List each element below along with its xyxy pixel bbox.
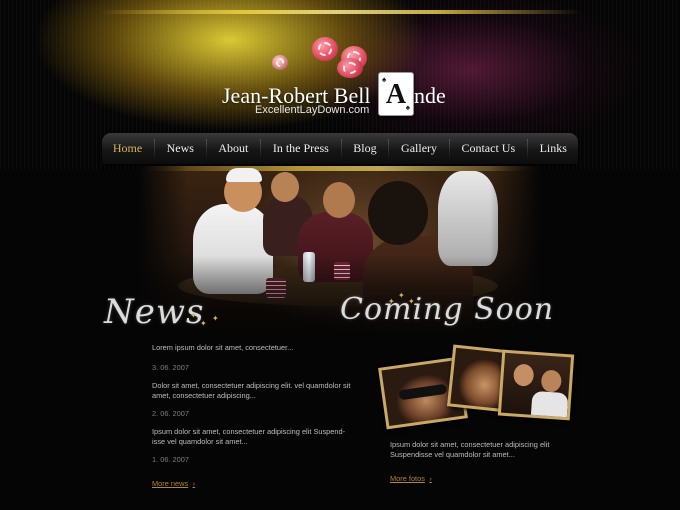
poker-chip-icon — [272, 55, 288, 70]
brand-name-last[interactable]: nde — [414, 83, 446, 109]
nav-separator — [340, 138, 342, 159]
nav-separator — [260, 138, 262, 159]
news-item-text[interactable]: Ipsum dolor sit amet, consectetuer adipi… — [152, 427, 352, 447]
playing-card-icon: ♠ A ♠ — [378, 72, 414, 116]
player-head — [323, 182, 355, 218]
nav-separator — [153, 138, 155, 159]
nav-item-contact-us[interactable]: Contact Us — [451, 141, 525, 156]
nav-item-home[interactable]: Home — [103, 141, 152, 156]
nav-separator — [526, 138, 528, 159]
thumbnail-shirt — [530, 390, 569, 418]
star-icon: ✦ — [408, 297, 415, 306]
thumbnail-image — [500, 352, 572, 418]
news-item-date: 2. 06. 2007 — [152, 409, 189, 418]
more-news-link-wrap: More news › — [152, 473, 352, 491]
nav-item-in-the-press[interactable]: In the Press — [263, 141, 339, 156]
star-icon: ✦ — [388, 297, 395, 306]
nav-item-blog[interactable]: Blog — [343, 141, 386, 156]
arrow-right-icon[interactable]: › — [193, 479, 195, 488]
nav-item-gallery[interactable]: Gallery — [391, 141, 447, 156]
nav-separator — [448, 138, 450, 159]
news-item-date: 3. 06. 2007 — [152, 363, 189, 372]
player-head-back — [368, 181, 428, 245]
news-item-text[interactable]: Lorem ipsum dolor sit amet, consectetuer… — [152, 343, 352, 353]
photo-top-light — [138, 166, 540, 171]
sunglasses-shape — [398, 383, 448, 401]
more-fotos-link-wrap: More fotos › — [390, 468, 590, 486]
star-icon: ✦ — [190, 311, 197, 320]
arrow-right-icon[interactable]: › — [429, 474, 431, 483]
nav-item-links[interactable]: Links — [530, 141, 577, 156]
brand-url[interactable]: ExcellentLayDown.com — [255, 104, 369, 116]
star-icon: ✦ — [398, 291, 405, 300]
spectator-right — [438, 171, 498, 266]
thumbnail-head — [512, 363, 535, 387]
nav-item-news[interactable]: News — [157, 141, 204, 156]
more-fotos-link[interactable]: More fotos — [390, 474, 425, 483]
nav-separator — [205, 138, 207, 159]
nav-separator — [388, 138, 390, 159]
star-icon: ✦ — [200, 319, 207, 328]
coming-soon-text: Ipsum dolor sit amet, consectetuer adipi… — [390, 440, 550, 459]
card-corner-top: ♠ — [382, 75, 387, 84]
player-head — [271, 172, 299, 202]
main-navigation: Home News About In the Press Blog Galler… — [102, 133, 578, 164]
more-news-link[interactable]: More news — [152, 479, 188, 488]
news-item-date: 1. 06. 2007 — [152, 455, 189, 464]
player-cap — [226, 168, 262, 182]
poker-chip-icon — [312, 37, 338, 61]
star-icon: ✦ — [212, 314, 219, 323]
poker-chip-icon — [337, 58, 363, 78]
card-letter: A — [385, 79, 407, 110]
nav-item-about[interactable]: About — [208, 141, 258, 156]
top-light-line — [100, 10, 580, 14]
coming-soon-content: Ipsum dolor sit amet, consectetuer adipi… — [390, 440, 590, 486]
coming-soon-heading: Coming Soon — [340, 292, 555, 327]
news-item-text[interactable]: Dolor sit amet, consectetuer adipiscing … — [152, 381, 352, 401]
card-corner-bottom: ♠ — [405, 103, 410, 112]
thumbnail-head — [540, 369, 563, 393]
gallery-thumbnail-3[interactable] — [497, 349, 575, 421]
news-list: Lorem ipsum dolor sit amet, consectetuer… — [152, 343, 352, 491]
